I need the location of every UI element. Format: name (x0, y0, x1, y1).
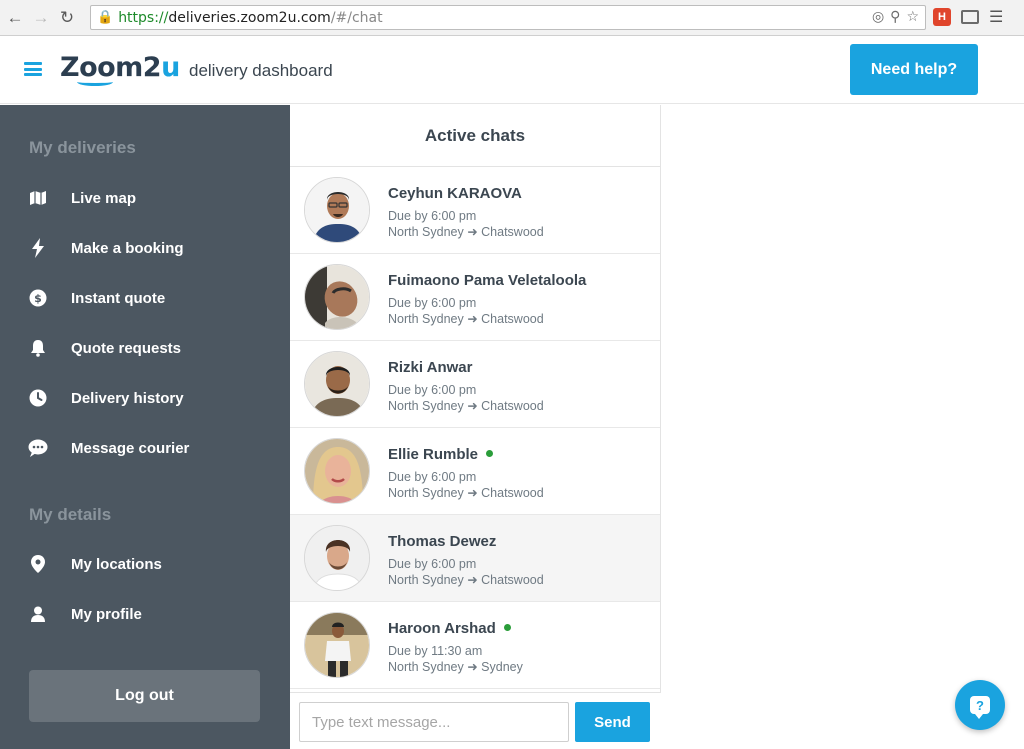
chat-name: Rizki Anwar (388, 359, 472, 376)
need-help-button[interactable]: Need help? (850, 44, 978, 95)
sidebar: My deliveries Live map Make a booking $ … (0, 105, 290, 749)
browser-toolbar: ← → ↻ 🔒 https:// deliveries.zoom2u.com /… (0, 0, 1024, 36)
active-chats-panel: Active chats Ceyhun KARAOVA Due by 6:00 … (290, 105, 661, 749)
courier-name: Thomas Dewez (388, 533, 497, 550)
bookmark-star-icon[interactable]: ☆ (906, 9, 919, 25)
hamburger-menu-icon[interactable] (24, 62, 42, 76)
chat-list-item[interactable]: Haroon Arshad Due by 11:30 am North Sydn… (290, 602, 660, 689)
chat-name: Ellie Rumble (388, 446, 494, 463)
key-icon[interactable]: ⚲ (890, 9, 900, 25)
sidebar-item-label: My profile (71, 605, 142, 623)
courier-name: Haroon Arshad (388, 620, 496, 637)
chat-list-item[interactable]: Rizki Anwar Due by 6:00 pm North Sydney … (290, 341, 660, 428)
sidebar-item-label: Message courier (71, 439, 190, 457)
bell-icon (28, 338, 48, 358)
location-target-icon[interactable]: ◎ (872, 9, 884, 25)
user-icon (28, 604, 48, 624)
extension-icon[interactable]: H (933, 8, 951, 26)
reload-icon[interactable]: ↻ (56, 7, 78, 29)
sidebar-item-quote-requests[interactable]: Quote requests (0, 331, 290, 365)
chat-list-item[interactable]: Fuimaono Pama Veletaloola Due by 6:00 pm… (290, 254, 660, 341)
message-composer: Send (290, 692, 661, 749)
chat-list-item[interactable]: Ellie Rumble Due by 6:00 pm North Sydney… (290, 428, 660, 515)
courier-name: Ceyhun KARAOVA (388, 185, 522, 202)
chat-bubble-icon (28, 438, 48, 458)
svg-text:$: $ (34, 292, 42, 305)
chat-due-time: Due by 6:00 pm (388, 557, 477, 571)
chat-name: Haroon Arshad (388, 620, 511, 637)
sidebar-item-label: Delivery history (71, 389, 184, 407)
online-status-dot (503, 623, 511, 631)
app-header: Zoom2u delivery dashboard Need help? (0, 36, 1024, 104)
chat-due-time: Due by 6:00 pm (388, 296, 477, 310)
app-subtitle: delivery dashboard (189, 61, 333, 80)
chat-due-time: Due by 6:00 pm (388, 470, 477, 484)
avatar (304, 177, 370, 243)
chat-route: North Sydney ➜ Chatswood (388, 399, 544, 413)
avatar (304, 438, 370, 504)
chat-route: North Sydney ➜ Chatswood (388, 225, 544, 239)
question-bubble-icon: ? (970, 696, 990, 719)
avatar (304, 351, 370, 417)
courier-name: Ellie Rumble (388, 446, 479, 463)
url-host: deliveries.zoom2u.com (168, 9, 331, 26)
panel-title: Active chats (290, 105, 660, 167)
section-my-deliveries: My deliveries (29, 138, 136, 157)
courier-name: Fuimaono Pama Veletaloola (388, 272, 587, 289)
chat-due-time: Due by 6:00 pm (388, 209, 477, 223)
message-input[interactable] (299, 702, 569, 742)
sidebar-item-my-locations[interactable]: My locations (0, 547, 290, 581)
support-chat-button[interactable]: ? (955, 680, 1005, 730)
chat-list-item[interactable]: Ceyhun KARAOVA Due by 6:00 pm North Sydn… (290, 167, 660, 254)
avatar (304, 264, 370, 330)
chat-due-time: Due by 6:00 pm (388, 383, 477, 397)
sidebar-item-live-map[interactable]: Live map (0, 181, 290, 215)
chat-name: Thomas Dewez (388, 533, 496, 550)
logout-button[interactable]: Log out (29, 670, 260, 722)
address-bar[interactable]: 🔒 https:// deliveries.zoom2u.com /#/chat… (90, 5, 926, 30)
back-icon[interactable]: ← (4, 7, 26, 29)
chat-route: North Sydney ➜ Chatswood (388, 312, 544, 326)
chat-name: Ceyhun KARAOVA (388, 185, 522, 202)
clock-icon (28, 388, 48, 408)
send-button[interactable]: Send (575, 702, 650, 742)
lock-icon: 🔒 (97, 10, 114, 25)
sidebar-item-delivery-history[interactable]: Delivery history (0, 381, 290, 415)
online-status-dot (486, 449, 494, 457)
sidebar-item-label: Live map (71, 189, 137, 207)
section-my-details: My details (29, 505, 112, 524)
sidebar-item-message-courier[interactable]: Message courier (0, 431, 290, 465)
url-scheme: https:// (118, 9, 169, 26)
dollar-icon: $ (28, 288, 48, 308)
chat-route: North Sydney ➜ Chatswood (388, 486, 544, 500)
sidebar-item-label: My locations (71, 555, 162, 573)
chat-route: North Sydney ➜ Chatswood (388, 573, 544, 587)
courier-name: Rizki Anwar (388, 359, 473, 376)
map-icon (28, 188, 48, 208)
chat-due-time: Due by 11:30 am (388, 644, 483, 658)
avatar (304, 612, 370, 678)
sidebar-item-label: Quote requests (71, 339, 182, 357)
browser-menu-icon[interactable]: ☰ (989, 7, 1003, 27)
sidebar-item-label: Instant quote (71, 289, 166, 307)
location-pin-icon (28, 554, 48, 574)
chat-route: North Sydney ➜ Sydney (388, 660, 523, 674)
forward-icon[interactable]: → (30, 7, 52, 29)
chat-list-item[interactable]: Thomas Dewez Due by 6:00 pm North Sydney… (290, 515, 660, 602)
sidebar-item-instant-quote[interactable]: $ Instant quote (0, 281, 290, 315)
sidebar-item-my-profile[interactable]: My profile (0, 597, 290, 631)
chat-name: Fuimaono Pama Veletaloola (388, 272, 586, 289)
url-path: /#/chat (330, 9, 383, 26)
logo-accent: u (161, 52, 180, 83)
avatar (304, 525, 370, 591)
cast-icon[interactable] (961, 10, 979, 24)
sidebar-item-make-booking[interactable]: Make a booking (0, 231, 290, 265)
sidebar-item-label: Make a booking (71, 239, 184, 257)
lightning-icon (28, 238, 48, 258)
logo-swoosh (77, 78, 113, 86)
